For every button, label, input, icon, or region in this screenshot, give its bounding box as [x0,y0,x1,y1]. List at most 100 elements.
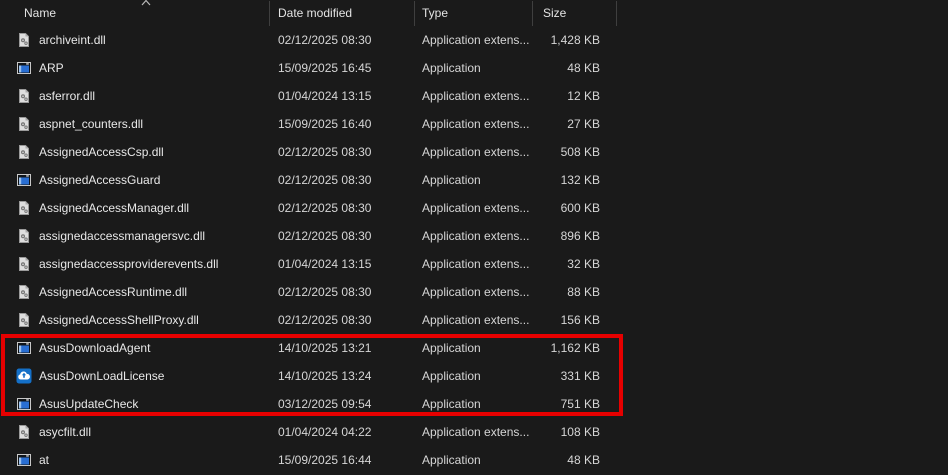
file-date-modified: 01/04/2024 04:22 [270,425,415,439]
file-list: archiveint.dll 02/12/2025 08:30 Applicat… [0,26,948,474]
file-type: Application extens... [415,257,533,271]
dll-file-icon [16,32,32,48]
file-date-modified: 02/12/2025 08:30 [270,145,415,159]
file-type: Application [415,341,533,355]
file-date-modified: 03/12/2025 09:54 [270,397,415,411]
file-size: 896 KB [533,229,617,243]
application-icon [16,60,32,76]
file-date-modified: 01/04/2024 13:15 [270,89,415,103]
file-name: ARP [39,61,64,75]
dll-file-icon [16,284,32,300]
file-size: 108 KB [533,425,617,439]
column-header-date-label: Date modified [278,6,352,20]
file-size: 508 KB [533,145,617,159]
file-name: archiveint.dll [39,33,106,47]
file-name: assignedaccessproviderevents.dll [39,257,218,271]
file-type: Application extens... [415,425,533,439]
file-type: Application extens... [415,117,533,131]
dll-file-icon [16,200,32,216]
file-name: AsusDownLoadLicense [39,369,164,383]
file-type: Application extens... [415,229,533,243]
sort-ascending-icon [140,0,152,6]
dll-file-icon [16,88,32,104]
file-size: 1,162 KB [533,341,617,355]
application-icon [16,452,32,468]
file-explorer-list-view: Name Date modified Type Size archiveint.… [0,0,948,475]
file-row[interactable]: assignedaccessproviderevents.dll 01/04/2… [0,250,948,278]
file-row[interactable]: archiveint.dll 02/12/2025 08:30 Applicat… [0,26,948,54]
file-size: 48 KB [533,61,617,75]
dll-file-icon [16,228,32,244]
dll-file-icon [16,312,32,328]
column-header-type[interactable]: Type [415,1,533,26]
file-size: 32 KB [533,257,617,271]
file-type: Application extens... [415,285,533,299]
file-date-modified: 02/12/2025 08:30 [270,313,415,327]
application-icon [16,172,32,188]
file-name: assignedaccessmanagersvc.dll [39,229,205,243]
column-header-size-label: Size [543,6,566,20]
file-row[interactable]: AssignedAccessCsp.dll 02/12/2025 08:30 A… [0,138,948,166]
file-row[interactable]: AssignedAccessManager.dll 02/12/2025 08:… [0,194,948,222]
file-row[interactable]: AssignedAccessShellProxy.dll 02/12/2025 … [0,306,948,334]
file-row[interactable]: AssignedAccessGuard 02/12/2025 08:30 App… [0,166,948,194]
file-type: Application [415,61,533,75]
file-size: 132 KB [533,173,617,187]
file-type: Application [415,173,533,187]
file-date-modified: 14/10/2025 13:21 [270,341,415,355]
file-name: asycfilt.dll [39,425,91,439]
file-date-modified: 15/09/2025 16:45 [270,61,415,75]
file-row[interactable]: aspnet_counters.dll 15/09/2025 16:40 App… [0,110,948,138]
file-row[interactable]: AsusUpdateCheck 03/12/2025 09:54 Applica… [0,390,948,418]
file-row[interactable]: AssignedAccessRuntime.dll 02/12/2025 08:… [0,278,948,306]
file-name: AssignedAccessManager.dll [39,201,189,215]
dll-file-icon [16,116,32,132]
file-size: 12 KB [533,89,617,103]
file-name: aspnet_counters.dll [39,117,143,131]
file-type: Application [415,453,533,467]
column-header-name-label: Name [24,6,56,20]
file-name: AssignedAccessCsp.dll [39,145,164,159]
file-name: AssignedAccessShellProxy.dll [39,313,199,327]
file-size: 27 KB [533,117,617,131]
application-icon [16,396,32,412]
file-size: 600 KB [533,201,617,215]
application-icon [16,340,32,356]
file-date-modified: 02/12/2025 08:30 [270,33,415,47]
file-size: 88 KB [533,285,617,299]
column-header-date-modified[interactable]: Date modified [270,1,415,26]
file-row[interactable]: ARP 15/09/2025 16:45 Application 48 KB [0,54,948,82]
file-type: Application [415,397,533,411]
file-row[interactable]: AsusDownloadAgent 14/10/2025 13:21 Appli… [0,334,948,362]
file-row[interactable]: assignedaccessmanagersvc.dll 02/12/2025 … [0,222,948,250]
file-type: Application [415,369,533,383]
column-header-size[interactable]: Size [533,1,617,26]
column-header-name[interactable]: Name [0,1,270,26]
file-type: Application extens... [415,33,533,47]
file-size: 1,428 KB [533,33,617,47]
dll-file-icon [16,424,32,440]
column-header-row: Name Date modified Type Size [0,0,948,26]
file-type: Application extens... [415,145,533,159]
file-date-modified: 01/04/2024 13:15 [270,257,415,271]
file-name: AsusDownloadAgent [39,341,150,355]
column-header-type-label: Type [422,6,448,20]
dll-file-icon [16,144,32,160]
dll-file-icon [16,256,32,272]
file-type: Application extens... [415,201,533,215]
file-row[interactable]: asycfilt.dll 01/04/2024 04:22 Applicatio… [0,418,948,446]
file-name: asferror.dll [39,89,95,103]
file-date-modified: 15/09/2025 16:44 [270,453,415,467]
cloud-download-icon [16,368,32,384]
file-date-modified: 14/10/2025 13:24 [270,369,415,383]
file-date-modified: 02/12/2025 08:30 [270,229,415,243]
file-date-modified: 02/12/2025 08:30 [270,285,415,299]
file-row[interactable]: asferror.dll 01/04/2024 13:15 Applicatio… [0,82,948,110]
file-size: 751 KB [533,397,617,411]
file-date-modified: 02/12/2025 08:30 [270,173,415,187]
file-row[interactable]: AsusDownLoadLicense 14/10/2025 13:24 App… [0,362,948,390]
file-name: AssignedAccessGuard [39,173,160,187]
file-name: AssignedAccessRuntime.dll [39,285,187,299]
file-row[interactable]: at 15/09/2025 16:44 Application 48 KB [0,446,948,474]
file-name: AsusUpdateCheck [39,397,138,411]
